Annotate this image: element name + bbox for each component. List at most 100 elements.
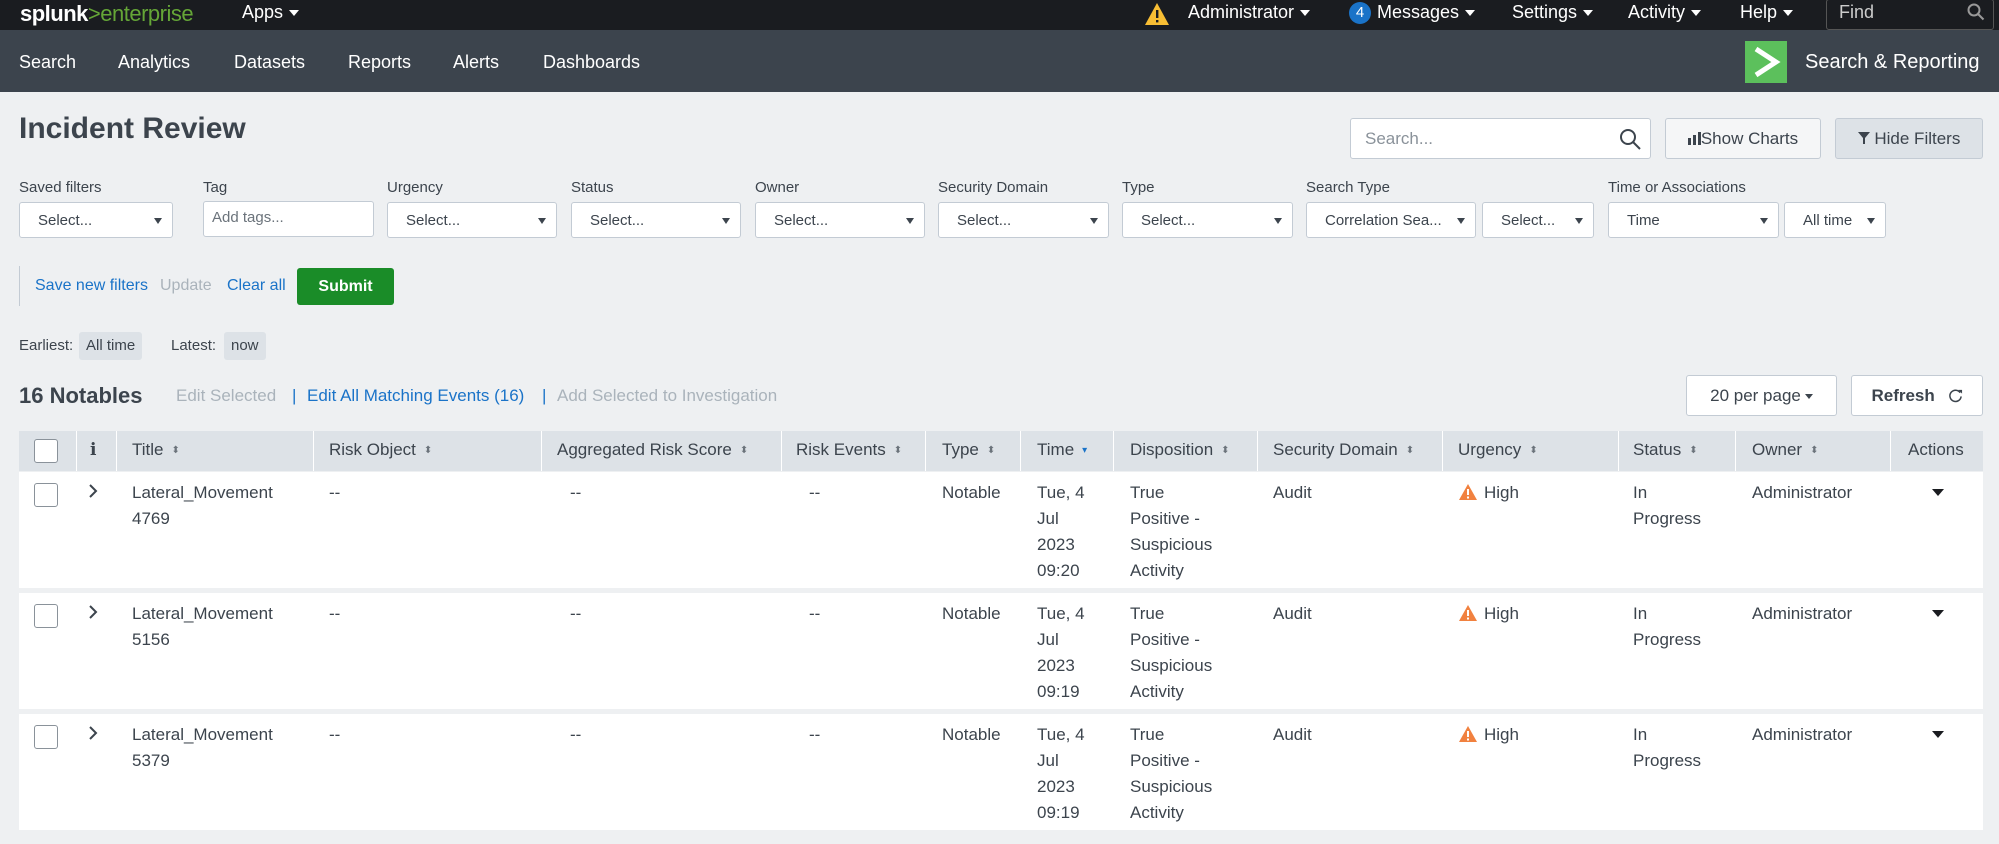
urgency-label: Urgency (387, 179, 443, 196)
refresh-button[interactable]: Refresh (1851, 375, 1983, 416)
row-urgency: High (1458, 722, 1519, 748)
chevron-down-icon (1804, 394, 1813, 400)
edit-all-matching-link[interactable]: Edit All Matching Events (16) (307, 386, 524, 406)
saved-filters-select[interactable]: Select... (19, 202, 173, 238)
row-risk-events: -- (809, 604, 821, 623)
urgency-select[interactable]: Select... (387, 202, 557, 238)
notable-search-input[interactable]: Search... (1350, 118, 1651, 159)
row-urgency: High (1458, 601, 1519, 627)
administrator-menu[interactable]: Administrator (1188, 2, 1311, 23)
type-select[interactable]: Select... (1122, 202, 1293, 238)
time-range-select[interactable]: All time (1784, 202, 1886, 238)
nav-datasets[interactable]: Datasets (234, 52, 305, 73)
chevron-down-icon (1760, 218, 1768, 224)
settings-menu[interactable]: Settings (1512, 2, 1594, 23)
row-risk-object: -- (329, 604, 341, 623)
activity-menu[interactable]: Activity (1628, 2, 1702, 23)
nav-dashboards[interactable]: Dashboards (543, 52, 640, 73)
column-aggregated-risk-score[interactable]: Aggregated Risk Score ⬍ (557, 440, 748, 460)
tag-input[interactable]: Add tags... (203, 201, 374, 237)
column-type[interactable]: Type ⬍ (942, 440, 995, 460)
chevron-down-icon (538, 218, 546, 224)
search-reporting-app-icon[interactable] (1745, 41, 1787, 83)
separator: | (542, 386, 547, 405)
row-risk-object: -- (329, 483, 341, 502)
row-owner: Administrator (1752, 483, 1853, 502)
splunk-logo[interactable]: splunk>enterprise (20, 1, 194, 27)
row-aggregated-risk-score: -- (570, 483, 582, 502)
table-row[interactable]: Lateral_Movement 4769 -- -- -- Notable Tu… (19, 472, 1983, 588)
column-time[interactable]: Time ▾ (1037, 440, 1087, 460)
chevron-down-icon (1575, 218, 1583, 224)
chevron-right-icon[interactable] (87, 482, 99, 500)
owner-select[interactable]: Select... (755, 202, 925, 238)
row-type: Notable (942, 483, 1001, 502)
status-select[interactable]: Select... (571, 202, 741, 238)
save-new-filters-link[interactable]: Save new filters (35, 277, 148, 295)
sort-icon: ⬍ (423, 445, 433, 456)
security-domain-select[interactable]: Select... (938, 202, 1109, 238)
row-checkbox[interactable] (34, 483, 58, 507)
column-status[interactable]: Status ⬍ (1633, 440, 1698, 460)
nav-analytics[interactable]: Analytics (118, 52, 190, 73)
row-type: Notable (942, 604, 1001, 623)
table-row[interactable]: Lateral_Movement 5156 -- -- -- Notable Tu… (19, 593, 1983, 709)
row-aggregated-risk-score: -- (570, 725, 582, 744)
column-urgency[interactable]: Urgency ⬍ (1458, 440, 1538, 460)
chevron-down-icon (906, 218, 914, 224)
earliest-value: All time (79, 332, 143, 360)
table-row[interactable]: Lateral_Movement 5379 -- -- -- Notable Tu… (19, 714, 1983, 830)
sort-icon: ⬍ (986, 445, 996, 456)
per-page-select[interactable]: 20 per page (1686, 375, 1837, 416)
column-disposition[interactable]: Disposition ⬍ (1130, 440, 1230, 460)
row-actions-dropdown[interactable] (1932, 489, 1944, 496)
top-bar: splunk>enterprise Apps Administrator 4 Me… (0, 0, 1999, 30)
warning-icon (1459, 605, 1477, 621)
search-type-secondary-select[interactable]: Select... (1482, 202, 1594, 238)
chevron-right-icon[interactable] (87, 603, 99, 621)
table-header: i Title ⬍ Risk Object ⬍ Aggregated Risk Sc… (19, 431, 1983, 471)
chevron-right-icon[interactable] (87, 724, 99, 742)
show-charts-button[interactable]: Show Charts (1665, 118, 1821, 159)
row-title: Lateral_Movement 5379 (132, 725, 273, 770)
apps-menu[interactable]: Apps (242, 2, 300, 23)
row-title: Lateral_Movement 5156 (132, 604, 273, 649)
column-actions: Actions (1908, 440, 1964, 459)
find-input[interactable]: Find (1826, 0, 1994, 30)
column-risk-object[interactable]: Risk Object ⬍ (329, 440, 432, 460)
row-disposition: True Positive - Suspicious Activity (1130, 604, 1213, 701)
help-menu[interactable]: Help (1740, 2, 1794, 23)
warning-icon (1459, 484, 1477, 500)
column-owner[interactable]: Owner ⬍ (1752, 440, 1818, 460)
messages-menu[interactable]: 4 Messages (1349, 2, 1476, 24)
earliest-label: Earliest: (19, 337, 74, 354)
row-risk-events: -- (809, 483, 821, 502)
submit-button[interactable]: Submit (297, 268, 394, 305)
chevron-down-icon (1274, 218, 1282, 224)
app-title[interactable]: Search & Reporting (1805, 51, 1980, 74)
hide-filters-button[interactable]: Hide Filters (1835, 118, 1983, 159)
time-assoc-select[interactable]: Time (1608, 202, 1779, 238)
row-security-domain: Audit (1273, 725, 1312, 744)
nav-alerts[interactable]: Alerts (453, 52, 499, 73)
column-risk-events[interactable]: Risk Events ⬍ (796, 440, 902, 460)
tag-label: Tag (203, 179, 228, 196)
row-actions-dropdown[interactable] (1932, 731, 1944, 738)
row-checkbox[interactable] (34, 725, 58, 749)
row-checkbox[interactable] (34, 604, 58, 628)
add-to-investigation-link: Add Selected to Investigation (557, 386, 778, 405)
row-security-domain: Audit (1273, 604, 1312, 623)
clear-all-link[interactable]: Clear all (227, 277, 286, 295)
row-actions-dropdown[interactable] (1932, 610, 1944, 617)
status-label: Status (571, 179, 614, 196)
chevron-down-icon (1583, 10, 1594, 17)
warning-icon[interactable] (1144, 2, 1170, 26)
search-type-select[interactable]: Correlation Sea... (1306, 202, 1476, 238)
nav-search[interactable]: Search (19, 52, 76, 73)
select-all-checkbox[interactable] (34, 439, 58, 463)
column-title[interactable]: Title ⬍ (132, 440, 180, 460)
column-security-domain[interactable]: Security Domain ⬍ (1273, 440, 1414, 460)
sort-icon: ⬍ (1405, 445, 1415, 456)
nav-reports[interactable]: Reports (348, 52, 411, 73)
chevron-down-icon (1090, 218, 1098, 224)
